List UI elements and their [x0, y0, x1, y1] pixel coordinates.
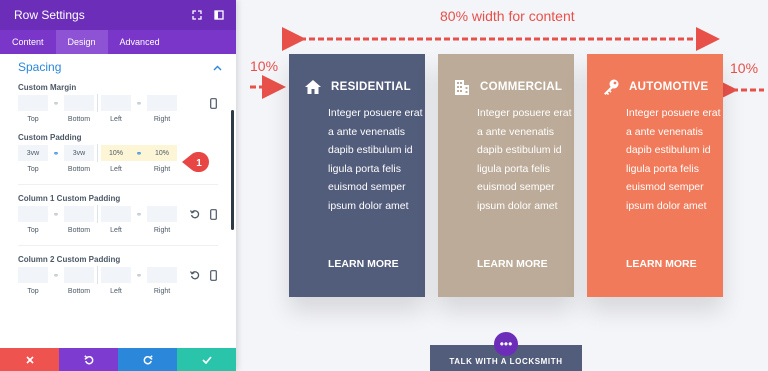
sublabel-top: Top	[27, 165, 39, 173]
sublabel-bottom: Bottom	[67, 287, 91, 295]
margin-left-input[interactable]	[101, 95, 131, 111]
chevron-up-icon[interactable]	[213, 58, 222, 76]
badge-number: 1	[196, 158, 202, 169]
learn-more-link[interactable]: LEARN MORE	[303, 258, 399, 270]
field-label: Custom Margin	[18, 82, 77, 92]
responsive-phone-icon[interactable]	[206, 207, 220, 221]
action-bar	[0, 348, 236, 371]
divider	[18, 245, 218, 246]
field-label: Custom Padding	[18, 132, 82, 142]
card-body: Integer posuere erat a ante venenatis da…	[328, 107, 423, 212]
margin-top-input[interactable]	[18, 95, 48, 111]
undo-button[interactable]	[59, 348, 118, 371]
right-padding-label: 10%	[730, 60, 759, 76]
check-icon	[201, 355, 212, 364]
sublabel-left: Left	[110, 115, 122, 123]
panel-title: Row Settings	[14, 8, 85, 22]
learn-more-link[interactable]: LEARN MORE	[452, 258, 548, 270]
custom-margin-field: Custom Margin ⚭ ⚭ Top Bottom Left Right	[0, 80, 236, 126]
sublabel-top: Top	[27, 287, 39, 295]
link-icon[interactable]: ⚭	[131, 267, 147, 283]
card-commercial: COMMERCIAL Integer posuere erat a ante v…	[438, 54, 574, 297]
link-icon[interactable]: ⚭	[48, 206, 64, 222]
divider	[18, 184, 218, 185]
col1-left-input[interactable]	[101, 206, 131, 222]
sublabel-bottom: Bottom	[67, 165, 91, 173]
card-title: AUTOMOTIVE	[629, 81, 709, 93]
reset-icon[interactable]	[188, 268, 202, 282]
responsive-phone-icon[interactable]	[206, 96, 220, 110]
card-residential: RESIDENTIAL Integer posuere erat a ante …	[289, 54, 425, 297]
save-button[interactable]	[177, 348, 236, 371]
link-icon[interactable]: ⚭	[131, 95, 147, 111]
card-title: COMMERCIAL	[480, 81, 563, 93]
sublabel-left: Left	[110, 287, 122, 295]
link-icon[interactable]: ⚭	[131, 206, 147, 222]
card-automotive: AUTOMOTIVE Integer posuere erat a ante v…	[587, 54, 723, 297]
panel-header: Row Settings	[0, 0, 236, 30]
tab-content[interactable]: Content	[0, 30, 56, 54]
link-icon[interactable]: ⚭	[48, 145, 64, 161]
margin-right-input[interactable]	[147, 95, 177, 111]
step-badge: 1	[180, 148, 214, 176]
redo-icon	[143, 354, 153, 364]
row-settings-panel: Row Settings Content Design Advanced Spa…	[0, 0, 236, 371]
card-title: RESIDENTIAL	[331, 81, 411, 93]
building-icon	[452, 77, 472, 97]
col2-bottom-input[interactable]	[64, 267, 94, 283]
reset-icon[interactable]	[188, 207, 202, 221]
column2-padding-field: Column 2 Custom Padding ⚭ ⚭ Top Bottom L…	[0, 252, 236, 298]
card-body: Integer posuere erat a ante venenatis da…	[477, 107, 572, 212]
key-icon	[601, 77, 621, 97]
redo-button[interactable]	[118, 348, 177, 371]
padding-bottom-input[interactable]: 3vw	[64, 145, 94, 161]
link-icon[interactable]: ⚭	[48, 95, 64, 111]
tab-design[interactable]: Design	[55, 30, 108, 54]
content-width-label: 80% width for content	[440, 8, 575, 24]
field-label: Column 2 Custom Padding	[18, 254, 121, 264]
link-icon[interactable]: ⚭	[131, 145, 147, 161]
sublabel-right: Right	[153, 226, 171, 234]
expand-icon[interactable]	[188, 6, 206, 24]
close-icon	[25, 355, 34, 364]
more-options-icon[interactable]: •••	[494, 332, 518, 356]
sublabel-left: Left	[110, 165, 122, 173]
padding-top-input[interactable]: 3vw	[18, 145, 48, 161]
section-title: Spacing	[18, 60, 62, 74]
undo-icon	[83, 354, 93, 364]
col1-bottom-input[interactable]	[64, 206, 94, 222]
col1-right-input[interactable]	[147, 206, 177, 222]
learn-more-link[interactable]: LEARN MORE	[601, 258, 697, 270]
col2-top-input[interactable]	[18, 267, 48, 283]
sublabel-left: Left	[110, 226, 122, 234]
col1-top-input[interactable]	[18, 206, 48, 222]
sublabel-bottom: Bottom	[67, 115, 91, 123]
house-icon	[303, 77, 323, 97]
sublabel-top: Top	[27, 115, 39, 123]
padding-left-input[interactable]: 10%	[101, 145, 131, 161]
settings-tabs: Content Design Advanced	[0, 30, 236, 54]
card-body: Integer posuere erat a ante venenatis da…	[626, 107, 721, 212]
panel-scrollbar[interactable]	[231, 110, 234, 230]
field-label: Column 1 Custom Padding	[18, 193, 121, 203]
sublabel-bottom: Bottom	[67, 226, 91, 234]
sublabel-right: Right	[153, 115, 171, 123]
responsive-phone-icon[interactable]	[206, 268, 220, 282]
left-padding-label: 10%	[250, 58, 279, 74]
margin-bottom-input[interactable]	[64, 95, 94, 111]
discard-button[interactable]	[0, 348, 59, 371]
col2-left-input[interactable]	[101, 267, 131, 283]
sublabel-top: Top	[27, 226, 39, 234]
col2-right-input[interactable]	[147, 267, 177, 283]
column1-padding-field: Column 1 Custom Padding ⚭ ⚭ Top Bottom L…	[0, 191, 236, 237]
sublabel-right: Right	[153, 165, 171, 173]
padding-right-input[interactable]: 10%	[147, 145, 177, 161]
tab-advanced[interactable]: Advanced	[108, 30, 172, 54]
link-icon[interactable]: ⚭	[48, 267, 64, 283]
spacing-section-header[interactable]: Spacing	[0, 54, 236, 80]
sublabel-right: Right	[153, 287, 171, 295]
sidebar-toggle-icon[interactable]	[210, 6, 228, 24]
